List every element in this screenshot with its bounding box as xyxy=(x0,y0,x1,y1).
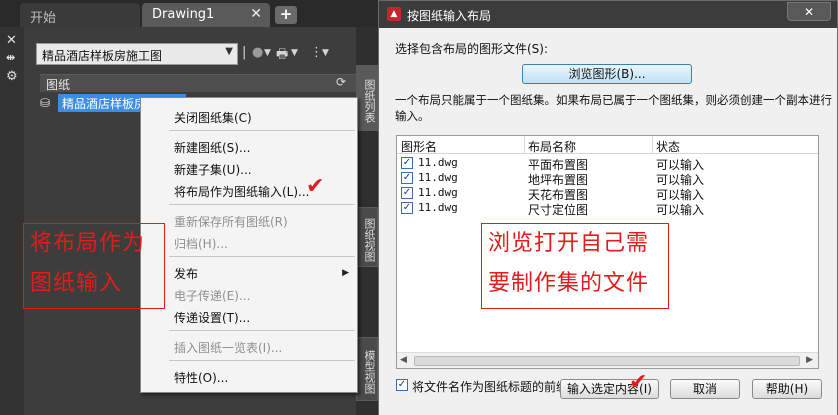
annotation-line: 将布局作为 xyxy=(30,231,146,256)
circle-icon[interactable]: ● xyxy=(252,45,263,60)
palette-vertical-tabs: 图纸列表 图纸视图 模型视图 xyxy=(356,27,378,415)
tab-drawing1[interactable]: Drawing1 ✕ xyxy=(142,3,270,27)
browse-drawings-button[interactable]: 浏览图形(B)... xyxy=(522,64,692,84)
cell-drawing-name: 11.dwg xyxy=(418,201,458,214)
tab-sheet-list[interactable]: 图纸列表 xyxy=(356,65,378,131)
tree-header-label: 图纸 xyxy=(46,78,71,92)
sheet-set-dropdown[interactable]: 精品酒店样板房施工图 ▼ xyxy=(36,43,238,65)
palette-control-strip: ✕ ⇹ ⚙ xyxy=(0,27,24,415)
close-icon[interactable]: ✕ xyxy=(6,33,17,48)
menu-item-publish[interactable]: 发布 xyxy=(174,265,198,282)
column-header-layout-name[interactable]: 布局名称 xyxy=(528,138,576,155)
row-checkbox[interactable]: ✓ xyxy=(401,172,413,184)
cell-drawing-name: 11.dwg xyxy=(418,186,458,199)
menu-divider xyxy=(169,256,355,257)
autohide-icon[interactable]: ⇹ xyxy=(6,51,15,64)
checkmark-icon: ✔ xyxy=(629,370,648,395)
select-drawing-label: 选择包含布局的图形文件(S): xyxy=(395,42,549,56)
sheet-set-icon: ⛁ xyxy=(40,96,51,110)
info-text-line1: 一个布局只能属于一个图纸集。如果布局已属于一个图纸集，则必须创建一个副本进行 xyxy=(395,93,832,107)
row-checkbox[interactable]: ✓ xyxy=(401,157,413,169)
tab-start-label: 开始 xyxy=(30,11,57,26)
sheet-set-dropdown-value: 精品酒店样板房施工图 xyxy=(42,49,163,63)
table-row[interactable]: ✓ 11.dwg 地坪布置图 可以输入 xyxy=(397,171,818,187)
tab-model-views[interactable]: 模型视图 xyxy=(356,337,378,401)
separator-icon: | xyxy=(242,45,247,60)
info-text-line2: 输入。 xyxy=(395,109,430,123)
cell-drawing-name: 11.dwg xyxy=(418,171,458,184)
chevron-down-icon: ▼ xyxy=(225,46,233,57)
menu-item-insert-sheet-list: 插入图纸一览表(I)... xyxy=(174,341,283,355)
help-button[interactable]: 帮助(H) xyxy=(752,379,822,399)
tab-start[interactable]: 开始 xyxy=(20,3,140,27)
chevron-down-icon[interactable]: ▼ xyxy=(264,48,271,58)
scroll-right-icon[interactable]: ▶ xyxy=(806,355,813,365)
menu-item-archive: 归档(H)... xyxy=(174,237,228,251)
table-header: 图形名 布局名称 状态 xyxy=(397,136,818,154)
close-icon[interactable]: ✕ xyxy=(250,6,262,22)
column-divider[interactable] xyxy=(652,136,653,154)
dialog-title-bar: ▲ 按图纸输入布局 ✕ xyxy=(379,1,837,28)
tab-sheet-views[interactable]: 图纸视图 xyxy=(356,207,378,267)
column-header-drawing-name[interactable]: 图形名 xyxy=(401,138,437,155)
prefix-title-label[interactable]: 将文件名作为图纸标题的前缀(P) xyxy=(412,378,585,395)
tab-drawing1-label: Drawing1 xyxy=(152,7,215,22)
annotation-import-layout: 将布局作为 图纸输入 xyxy=(23,223,165,309)
menu-item-resave-all: 重新保存所有图纸(R) xyxy=(174,215,288,229)
properties-icon[interactable]: ⚙ xyxy=(6,69,18,84)
dialog-title: 按图纸输入布局 xyxy=(407,9,492,23)
column-header-status[interactable]: 状态 xyxy=(656,138,680,155)
horizontal-scrollbar[interactable]: ◀ ▶ xyxy=(397,352,818,368)
table-row[interactable]: ✓ 11.dwg 尺寸定位图 可以输入 xyxy=(397,201,818,217)
menu-item-transmittal-setups[interactable]: 传递设置(T)... xyxy=(174,309,250,326)
prefix-title-checkbox[interactable]: ✓ xyxy=(396,379,408,391)
column-divider[interactable] xyxy=(524,136,525,154)
row-checkbox[interactable]: ✓ xyxy=(401,187,413,199)
cell-drawing-name: 11.dwg xyxy=(418,156,458,169)
chevron-down-icon[interactable]: ▼ xyxy=(291,48,298,58)
document-tab-bar: 开始 Drawing1 ✕ + xyxy=(0,0,378,27)
chevron-down-icon[interactable]: ▼ xyxy=(322,48,329,58)
cell-layout-name: 尺寸定位图 xyxy=(528,203,589,217)
app-logo-icon: ▲ xyxy=(387,7,401,21)
screen: 开始 Drawing1 ✕ + ✕ ⇹ ⚙ 精品酒店样板房施工图 ▼ | ● ▼… xyxy=(0,0,838,415)
scroll-left-icon[interactable]: ◀ xyxy=(400,355,407,365)
menu-item-import-layout[interactable]: 将布局作为图纸输入(L)... xyxy=(174,183,310,200)
annotation-line: 图纸输入 xyxy=(30,271,123,296)
annotation-line: 要制作集的文件 xyxy=(488,271,650,296)
dialog-body: 选择包含布局的图形文件(S): 浏览图形(B)... 一个布局只能属于一个图纸集… xyxy=(379,28,837,415)
menu-divider xyxy=(169,360,355,361)
table-row[interactable]: ✓ 11.dwg 平面布置图 可以输入 xyxy=(397,156,818,172)
close-button[interactable]: ✕ xyxy=(787,2,831,21)
menu-item-etransmit: 电子传递(E)... xyxy=(174,289,251,303)
print-icon[interactable]: 🖶 xyxy=(276,45,288,67)
scrollbar-thumb[interactable] xyxy=(414,356,800,366)
menu-item-properties[interactable]: 特性(O)... xyxy=(174,369,228,386)
context-menu: 关闭图纸集(C) 新建图纸(S)... 新建子集(U)... 将布局作为图纸输入… xyxy=(140,97,358,393)
tree-header: 图纸 ⟳ xyxy=(40,74,356,92)
cell-status: 可以输入 xyxy=(656,203,705,217)
menu-divider xyxy=(169,130,355,131)
menu-item-new-sheet[interactable]: 新建图纸(S)... xyxy=(174,139,250,156)
menu-divider xyxy=(169,204,355,205)
annotation-browse-file: 浏览打开自己需 要制作集的文件 xyxy=(481,223,669,309)
cancel-button[interactable]: 取消 xyxy=(670,379,740,399)
menu-divider xyxy=(169,330,355,331)
import-layouts-dialog: ▲ 按图纸输入布局 ✕ 选择包含布局的图形文件(S): 浏览图形(B)... 一… xyxy=(378,0,838,415)
new-tab-button[interactable]: + xyxy=(275,6,297,24)
menu-item-close-sheet-set[interactable]: 关闭图纸集(C) xyxy=(174,109,252,126)
checkmark-icon: ✔ xyxy=(306,174,325,199)
table-row[interactable]: ✓ 11.dwg 天花布置图 可以输入 xyxy=(397,186,818,202)
chevron-right-icon: ▶ xyxy=(342,268,349,278)
menu-item-new-subset[interactable]: 新建子集(U)... xyxy=(174,161,252,178)
row-checkbox[interactable]: ✓ xyxy=(401,202,413,214)
annotation-line: 浏览打开自己需 xyxy=(488,231,650,256)
refresh-icon[interactable]: ⟳ xyxy=(336,75,346,89)
